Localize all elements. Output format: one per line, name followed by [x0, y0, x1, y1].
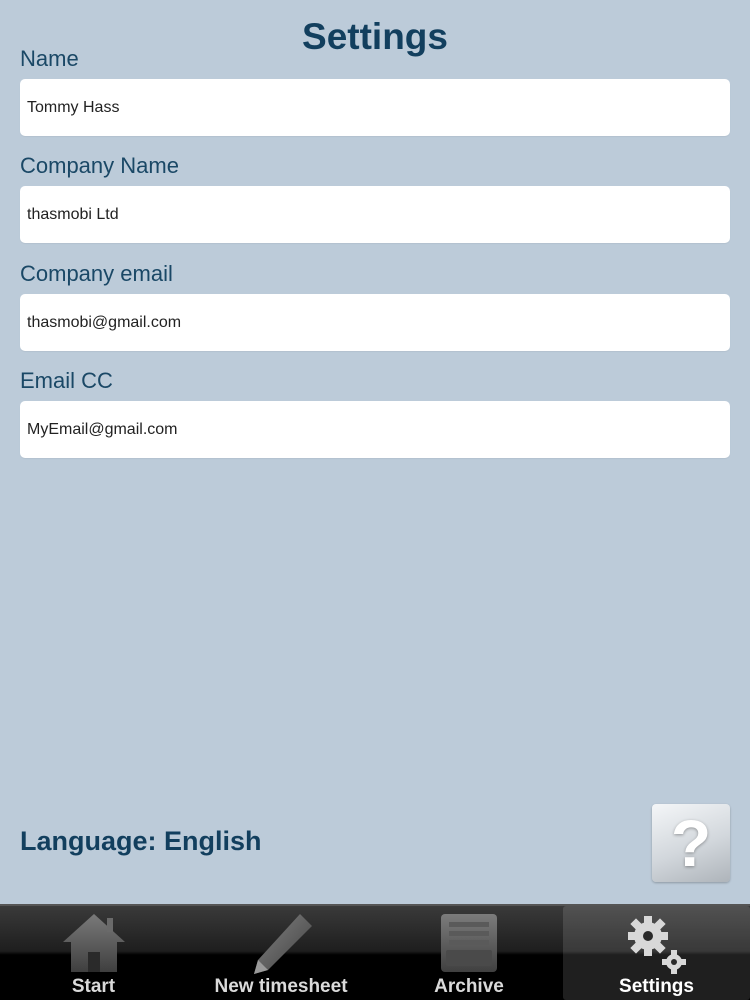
name-label: Name [20, 46, 79, 71]
tab-archive[interactable]: Archive [375, 906, 563, 1000]
tab-archive-label: Archive [434, 976, 504, 997]
email-cc-field[interactable] [20, 401, 730, 458]
tab-new-timesheet[interactable]: New timesheet [187, 906, 375, 1000]
home-icon [62, 914, 125, 972]
name-field[interactable] [20, 79, 730, 136]
tab-start-label: Start [71, 976, 116, 997]
archive-tray-icon [441, 914, 497, 972]
company-email-label: Company email [20, 261, 173, 286]
pencil-icon [254, 914, 312, 974]
help-button[interactable]: ? [652, 804, 730, 882]
page-title: Settings [302, 16, 448, 57]
gears-icon [627, 916, 686, 974]
tab-bar: Start New timesheet Archive Settings [0, 904, 750, 1000]
tab-new-timesheet-label: New timesheet [214, 976, 348, 997]
tab-start[interactable]: Start [0, 906, 187, 1000]
email-cc-label: Email CC [20, 368, 113, 393]
language-selector[interactable]: Language: English [20, 826, 262, 857]
question-mark-icon: ? [670, 806, 712, 880]
tab-settings-label: Settings [619, 976, 694, 997]
company-name-field[interactable] [20, 186, 730, 243]
company-email-field[interactable] [20, 294, 730, 351]
company-name-label: Company Name [20, 153, 179, 178]
settings-screen: Settings Name Company Name Company email… [0, 0, 750, 904]
tab-settings[interactable]: Settings [563, 906, 750, 1000]
